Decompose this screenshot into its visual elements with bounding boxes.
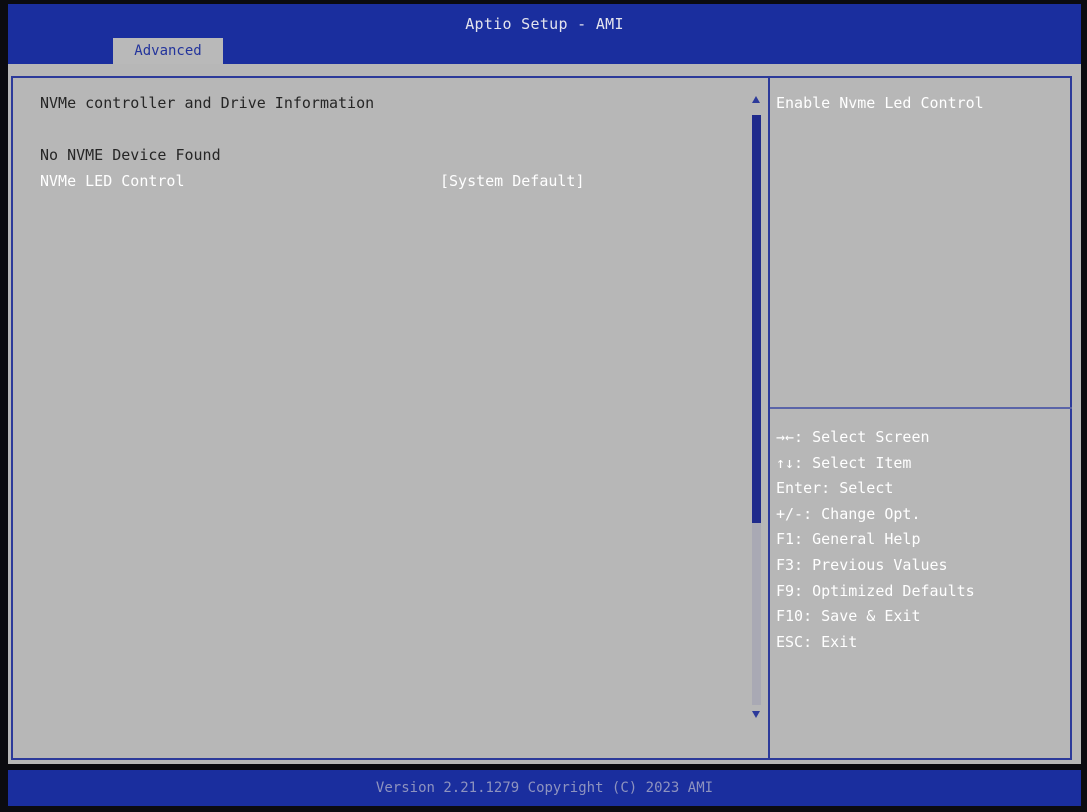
scrollbar-thumb[interactable]	[752, 115, 761, 523]
tab-advanced[interactable]: Advanced	[113, 38, 223, 64]
scroll-up-arrow-icon[interactable]	[752, 96, 760, 103]
footer-bar: Version 2.21.1279 Copyright (C) 2023 AMI	[8, 770, 1081, 806]
help-key-select-item: ↑↓: Select Item	[776, 454, 912, 472]
section-title: NVMe controller and Drive Information	[40, 94, 375, 112]
setting-nvme-led-control[interactable]: NVMe LED Control	[40, 172, 185, 190]
help-key-enter: Enter: Select	[776, 479, 894, 497]
help-key-change-opt: +/-: Change Opt.	[776, 505, 921, 523]
status-text: No NVME Device Found	[40, 146, 221, 164]
version-text: Version 2.21.1279 Copyright (C) 2023 AMI	[375, 780, 714, 796]
help-divider	[770, 407, 1072, 409]
app-title: Aptio Setup - AMI	[465, 15, 624, 33]
help-key-esc: ESC: Exit	[776, 633, 858, 651]
help-key-f10: F10: Save & Exit	[776, 607, 921, 625]
help-key-select-screen: →←: Select Screen	[776, 428, 930, 446]
help-key-f3: F3: Previous Values	[776, 556, 948, 574]
help-key-f9: F9: Optimized Defaults	[776, 582, 975, 600]
header-bar: Aptio Setup - AMI Advanced	[8, 4, 1081, 64]
panel-divider	[768, 76, 770, 760]
help-description: Enable Nvme Led Control	[776, 94, 984, 112]
scroll-down-arrow-icon[interactable]	[752, 711, 760, 718]
bios-screen: Aptio Setup - AMI Advanced NVMe controll…	[0, 0, 1087, 812]
setting-nvme-led-control-value[interactable]: [System Default]	[440, 172, 585, 190]
help-key-f1: F1: General Help	[776, 530, 921, 548]
